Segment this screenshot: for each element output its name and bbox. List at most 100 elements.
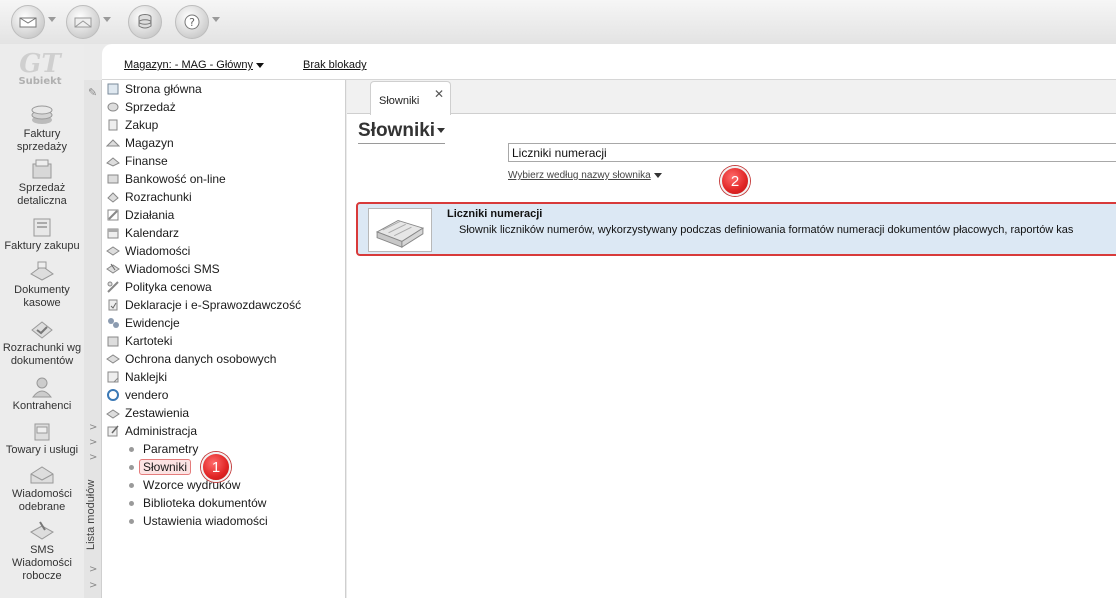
tree-item-home[interactable]: Strona główna (106, 80, 301, 98)
tree-item-reports[interactable]: Zestawienia (106, 404, 301, 422)
sidebar-item-settlements[interactable]: Rozrachunki wg dokumentów (0, 318, 84, 368)
help-button[interactable]: ? (175, 5, 209, 39)
sms-drafts-icon (30, 521, 54, 540)
tree-subitem-label: Biblioteka dokumentów (143, 496, 267, 510)
modules-list-panel[interactable]: > > > > > Lista modułów (84, 80, 102, 598)
tree-item-label: Wiadomości (125, 244, 191, 258)
tree-item-sales[interactable]: Sprzedaż (106, 98, 301, 116)
cash-documents-icon (30, 261, 54, 281)
context-infobar: Magazyn: - MAG - Główny Brak blokady (102, 44, 1116, 80)
tree-item-calendar[interactable]: Kalendarz (106, 224, 301, 242)
tree-item-purchase[interactable]: Zakup (106, 116, 301, 134)
sidebar-item-contractors[interactable]: Kontrahenci (0, 376, 84, 413)
tab-dictionaries[interactable]: Słowniki ✕ (370, 81, 451, 115)
tree-item-warehouse[interactable]: Magazyn (106, 134, 301, 152)
tree-item-stickers[interactable]: Naklejki (106, 368, 301, 386)
sidebar-item-sms-drafts[interactable]: SMS Wiadomości robocze (0, 520, 84, 583)
result-item-numbering-counters[interactable]: Liczniki numeracji Słownik liczników num… (356, 202, 1116, 256)
tree-item-finance[interactable]: Finanse (106, 152, 301, 170)
pin-icon[interactable]: ✎ (88, 86, 97, 99)
stickers-icon (107, 371, 119, 383)
invoice-purchase-icon (33, 218, 51, 237)
bullet-dot-icon (129, 482, 134, 488)
gt-logo-mark: GT (19, 49, 61, 79)
tree-item-online-banking[interactable]: Bankowość on-line (106, 170, 301, 188)
receive-dropdown-arrow[interactable] (103, 17, 111, 22)
send-envelope-button[interactable] (11, 5, 45, 39)
files-icon (107, 336, 119, 347)
chevron-right-icon[interactable]: > (89, 422, 97, 433)
tree-item-files[interactable]: Kartoteki (106, 332, 301, 350)
lock-status-link[interactable]: Brak blokady (303, 59, 367, 71)
sidebar-item-invoices-sales[interactable]: Faktury sprzedaży (0, 104, 84, 154)
sidebar-item-label: Sprzedaż detaliczna (17, 182, 67, 207)
goods-services-icon (34, 423, 50, 441)
tree-item-label: Rozrachunki (125, 190, 192, 204)
step-callout-2: 2 (720, 166, 750, 196)
tree-item-messages[interactable]: Wiadomości (106, 242, 301, 260)
tree-subitem-message-settings[interactable]: Ustawienia wiadomości (106, 512, 301, 530)
tree-item-settlements[interactable]: Rozrachunki (106, 188, 301, 206)
chevron-right-icon[interactable]: > (89, 437, 97, 448)
sidebar-item-retail-sale[interactable]: Sprzedaż detaliczna (0, 158, 84, 208)
tab-strip: Słowniki ✕ (347, 80, 1116, 115)
chevron-right-icon[interactable]: > (89, 580, 97, 591)
close-icon[interactable]: ✕ (434, 87, 444, 101)
tree-item-vendero[interactable]: vendero (106, 386, 301, 404)
price-policy-icon (107, 281, 119, 293)
send-envelope-icon (19, 17, 37, 28)
help-dropdown-arrow[interactable] (212, 17, 220, 22)
send-dropdown-arrow[interactable] (48, 17, 56, 22)
main-content: Słowniki ✕ Słowniki Wybierz według nazwy… (347, 80, 1116, 598)
help-question-icon: ? (184, 14, 200, 30)
dictionary-thumbnail (368, 208, 432, 252)
tree-item-label: Deklaracje i e-Sprawozdawczość (125, 298, 302, 312)
tree-item-data-protection[interactable]: Ochrona danych osobowych (106, 350, 301, 368)
tree-item-sms[interactable]: Wiadomości SMS (106, 260, 301, 278)
tree-item-label: Magazyn (125, 136, 174, 150)
actions-icon (107, 209, 119, 221)
tree-item-declarations[interactable]: Deklaracje i e-Sprawozdawczość (106, 296, 301, 314)
sidebar-item-messages-received[interactable]: Wiadomości odebrane (0, 464, 84, 514)
dictionary-search-input[interactable] (508, 143, 1116, 162)
tree-item-price-policy[interactable]: Polityka cenowa (106, 278, 301, 296)
result-title: Liczniki numeracji (447, 208, 543, 220)
caret-down-icon (437, 128, 446, 134)
filter-by-name-dropdown[interactable]: Wybierz według nazwy słownika (508, 170, 662, 181)
tree-item-label: Ewidencje (125, 316, 180, 330)
database-button[interactable] (128, 5, 162, 39)
tree-item-actions[interactable]: Działania (106, 206, 301, 224)
sidebar-item-label: Faktury sprzedaży (16, 128, 68, 153)
sidebar-item-cash-documents[interactable]: Dokumenty kasowe (0, 260, 84, 310)
tree-item-records[interactable]: Ewidencje (106, 314, 301, 332)
tree-subitem-parameters[interactable]: Parametry (106, 440, 301, 458)
tree-item-label: Wiadomości SMS (125, 262, 220, 276)
tree-item-label: Kartoteki (125, 334, 173, 348)
tree-item-label: Strona główna (125, 82, 202, 96)
tree-item-administration[interactable]: Administracja (106, 422, 301, 440)
warehouse-selector[interactable]: Magazyn: - MAG - Główny (124, 59, 264, 71)
receive-envelope-icon (74, 17, 92, 28)
administration-icon (107, 425, 119, 437)
page-title[interactable]: Słowniki (358, 120, 446, 144)
sidebar-item-label: Rozrachunki wg dokumentów (2, 342, 82, 367)
chevron-right-icon[interactable]: > (89, 564, 97, 575)
tree-item-label: Naklejki (125, 370, 168, 384)
tab-label: Słowniki (379, 95, 420, 107)
caret-down-icon (653, 172, 662, 178)
tree-item-label: Administracja (125, 424, 198, 438)
sidebar-item-goods-services[interactable]: Towary i usługi (0, 420, 84, 457)
top-toolbar: ? (0, 0, 1116, 44)
declarations-icon (108, 299, 118, 311)
tree-subitem-document-library[interactable]: Biblioteka dokumentów (106, 494, 301, 512)
bullet-dot-icon (129, 464, 134, 470)
tree-subitem-label: Parametry (143, 442, 199, 456)
sidebar-item-invoices-purchase[interactable]: Faktury zakupu (0, 216, 84, 253)
sms-icon (106, 263, 120, 274)
purchase-icon (108, 119, 118, 131)
sales-icon (107, 102, 119, 112)
page-title-text: Słowniki (358, 120, 436, 141)
sidebar-item-label: Dokumenty kasowe (14, 284, 70, 309)
tree-subitem-print-templates[interactable]: Wzorce wydruków (106, 476, 301, 494)
receive-envelope-button[interactable] (66, 5, 100, 39)
